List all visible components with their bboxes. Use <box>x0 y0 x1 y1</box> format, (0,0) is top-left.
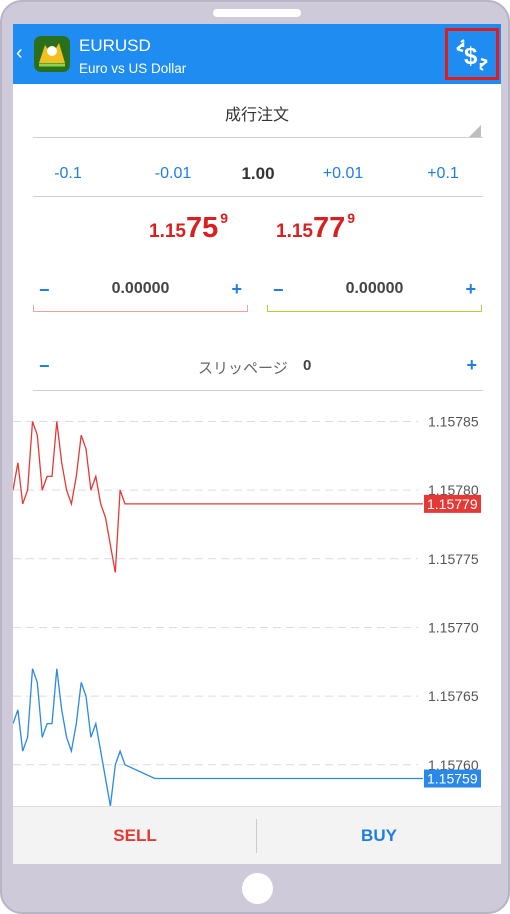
bid-fraction: 9 <box>220 210 229 226</box>
underline-tick <box>33 305 34 312</box>
divider <box>33 137 483 138</box>
bid-quote: 1.1575 9 <box>149 210 229 252</box>
underline-tick <box>247 305 248 312</box>
sell-button[interactable]: SELL <box>13 807 257 864</box>
metatrader-logo-icon <box>34 36 70 72</box>
y-tick-label: 1.15765 <box>428 688 479 704</box>
underline-tick <box>267 305 268 312</box>
divider <box>33 196 483 197</box>
take-profit-value[interactable]: 0.00000 <box>267 280 482 298</box>
y-tick-label: 1.15775 <box>428 551 479 567</box>
chevron-left-icon[interactable]: ‹ <box>16 42 23 65</box>
svg-text:$: $ <box>464 43 478 70</box>
slippage-value[interactable]: 0 <box>303 357 311 374</box>
divider <box>33 390 483 391</box>
app-screen: ‹ EURUSD Euro vs US Dollar $ 成行注文 -0.1 -… <box>13 24 501 864</box>
symbol-description: Euro vs US Dollar <box>79 61 187 76</box>
device-frame: ‹ EURUSD Euro vs US Dollar $ 成行注文 -0.1 -… <box>0 0 510 914</box>
take-profit-underline <box>267 311 482 312</box>
price-label: 1.15779 <box>427 496 478 512</box>
y-tick-label: 1.15785 <box>428 413 479 429</box>
y-tick-label: 1.15770 <box>428 619 479 635</box>
buy-button[interactable]: BUY <box>257 807 501 864</box>
take-profit-plus-button[interactable]: + <box>465 279 476 300</box>
bid-prefix: 1.15 <box>149 221 186 242</box>
order-footer: SELL BUY <box>13 806 501 864</box>
series-line-bid <box>13 668 423 806</box>
bid-pips: 75 <box>185 212 219 244</box>
home-button[interactable] <box>242 873 273 904</box>
ask-fraction: 9 <box>347 210 356 226</box>
volume-row: -0.1 -0.01 1.00 +0.01 +0.1 <box>33 154 483 196</box>
volume-plus-0.01-button[interactable]: +0.01 <box>308 154 378 194</box>
trade-swap-icon: $ <box>456 39 488 71</box>
ask-quote: 1.1577 9 <box>276 210 356 252</box>
stop-loss-underline <box>33 311 248 312</box>
volume-minus-0.01-button[interactable]: -0.01 <box>138 154 208 194</box>
tick-chart: 1.157851.157801.157751.157701.157651.157… <box>13 413 481 806</box>
stop-loss-value[interactable]: 0.00000 <box>33 280 248 298</box>
slippage-plus-button[interactable]: + <box>466 355 477 376</box>
ask-pips: 77 <box>312 212 346 244</box>
stop-loss-plus-button[interactable]: + <box>231 279 242 300</box>
symbol-title: EURUSD <box>79 36 151 55</box>
volume-plus-0.1-button[interactable]: +0.1 <box>408 154 478 194</box>
take-profit-stepper: − 0.00000 + <box>267 274 482 314</box>
trade-toggle-button[interactable]: $ <box>445 28 499 80</box>
slippage-minus-button[interactable]: − <box>39 356 50 377</box>
dropdown-corner-icon <box>469 125 481 137</box>
stop-loss-stepper: − 0.00000 + <box>33 274 248 314</box>
slippage-stepper: − スリッページ 0 + <box>33 352 483 392</box>
underline-tick <box>481 305 482 312</box>
device-speaker <box>213 9 301 17</box>
price-label: 1.15759 <box>427 771 478 787</box>
toolbar: ‹ EURUSD Euro vs US Dollar $ <box>13 24 501 84</box>
slippage-label: スリッページ <box>198 360 288 377</box>
order-type-select[interactable]: 成行注文 <box>13 94 501 138</box>
volume-value[interactable]: 1.00 <box>223 154 293 194</box>
ask-prefix: 1.15 <box>276 221 313 242</box>
series-line-ask <box>13 421 423 573</box>
volume-minus-0.1-button[interactable]: -0.1 <box>33 154 103 194</box>
